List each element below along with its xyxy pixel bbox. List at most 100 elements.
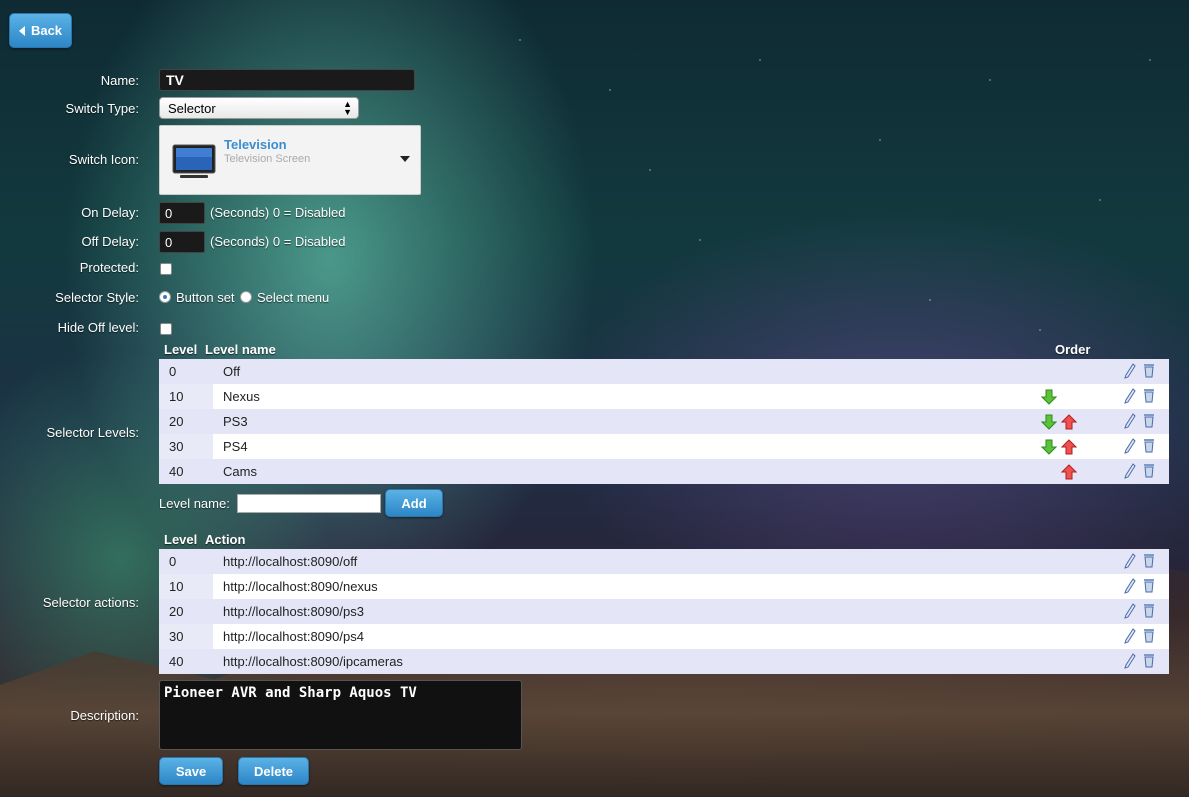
tv-icon (172, 144, 216, 178)
chevron-down-icon (400, 156, 410, 162)
edit-pencil-icon[interactable] (1124, 603, 1136, 619)
level-cell: 20 (159, 409, 213, 434)
off-delay-label: Off Delay: (81, 234, 139, 249)
move-down-arrow-icon[interactable] (1041, 439, 1057, 455)
select-arrows-icon: ▲ ▼ (343, 99, 352, 117)
hide-off-level-checkbox[interactable] (160, 323, 172, 335)
row-actions (1109, 384, 1169, 409)
on-delay-hint: (Seconds) 0 = Disabled (210, 205, 346, 220)
level-cell: 10 (159, 574, 213, 599)
table-row: 40 http://localhost:8090/ipcameras (159, 649, 1169, 674)
add-level-button[interactable]: Add (385, 489, 443, 517)
switch-icon-label: Switch Icon: (68, 152, 139, 167)
move-down-arrow-icon[interactable] (1041, 414, 1057, 430)
on-delay-input[interactable]: 0 (159, 202, 205, 224)
row-actions (1109, 624, 1169, 649)
level-name-cell: PS3 (213, 409, 1049, 434)
description-label: Description: (70, 708, 139, 723)
action-cell: http://localhost:8090/ps3 (213, 599, 1109, 624)
trash-icon[interactable] (1143, 653, 1155, 668)
select-menu-label: Select menu (257, 290, 330, 305)
edit-pencil-icon[interactable] (1124, 388, 1136, 404)
levels-header-level: Level (164, 342, 198, 357)
table-row: 10 http://localhost:8090/nexus (159, 574, 1169, 599)
edit-pencil-icon[interactable] (1124, 363, 1136, 379)
table-row: 20 PS3 (159, 409, 1169, 434)
move-up-arrow-icon[interactable] (1061, 414, 1077, 430)
level-name-cell: PS4 (213, 434, 1049, 459)
table-row: 20 http://localhost:8090/ps3 (159, 599, 1169, 624)
table-row: 30 http://localhost:8090/ps4 (159, 624, 1169, 649)
switch-type-label: Switch Type: (65, 101, 139, 116)
trash-icon[interactable] (1143, 603, 1155, 618)
back-arrow-icon (18, 25, 25, 36)
action-cell: http://localhost:8090/ipcameras (213, 649, 1109, 674)
row-actions (1109, 574, 1169, 599)
edit-pencil-icon[interactable] (1124, 413, 1136, 429)
switch-type-select[interactable]: Selector ▲ ▼ (159, 97, 359, 119)
icon-subtitle: Television Screen (224, 153, 311, 165)
edit-pencil-icon[interactable] (1124, 578, 1136, 594)
trash-icon[interactable] (1143, 438, 1155, 453)
trash-icon[interactable] (1143, 463, 1155, 478)
save-button[interactable]: Save (159, 757, 223, 785)
order-cell (1041, 384, 1109, 409)
button-set-label: Button set (176, 290, 235, 305)
edit-pencil-icon[interactable] (1124, 628, 1136, 644)
trash-icon[interactable] (1143, 578, 1155, 593)
icon-title: Television (224, 137, 287, 152)
trash-icon[interactable] (1143, 413, 1155, 428)
level-cell: 40 (159, 649, 213, 674)
table-row: 0 Off (159, 359, 1169, 384)
button-set-radio[interactable] (159, 291, 171, 303)
levels-header-order: Order (1055, 342, 1091, 357)
row-actions (1109, 459, 1169, 484)
move-up-arrow-icon[interactable] (1061, 464, 1077, 480)
level-name-cell: Nexus (213, 384, 1049, 409)
selector-levels-label: Selector Levels: (46, 425, 140, 440)
actions-header-action: Action (205, 532, 246, 547)
levels-table: 0 Off 10 Nexus 20 PS3 30 PS4 40 Cams (159, 359, 1169, 484)
switch-icon-dropdown[interactable]: Television Television Screen (159, 125, 421, 195)
select-menu-radio[interactable] (240, 291, 252, 303)
order-cell (1049, 459, 1109, 484)
edit-pencil-icon[interactable] (1124, 553, 1136, 569)
level-name-cell: Off (213, 359, 1049, 384)
off-delay-hint: (Seconds) 0 = Disabled (210, 234, 346, 249)
table-row: 0 http://localhost:8090/off (159, 549, 1169, 574)
level-name-input[interactable] (237, 494, 381, 513)
table-row: 40 Cams (159, 459, 1169, 484)
level-cell: 0 (159, 359, 213, 384)
level-cell: 30 (159, 434, 213, 459)
move-up-arrow-icon[interactable] (1061, 439, 1077, 455)
move-down-arrow-icon[interactable] (1041, 389, 1057, 405)
name-input[interactable]: TV (159, 69, 415, 91)
hide-off-level-label: Hide Off level: (57, 320, 139, 335)
row-actions (1109, 359, 1169, 384)
row-actions (1109, 409, 1169, 434)
level-cell: 40 (159, 459, 213, 484)
description-textarea[interactable]: Pioneer AVR and Sharp Aquos TV (159, 680, 522, 750)
switch-type-value: Selector (168, 101, 216, 116)
trash-icon[interactable] (1143, 363, 1155, 378)
trash-icon[interactable] (1143, 388, 1155, 403)
trash-icon[interactable] (1143, 628, 1155, 643)
row-actions (1109, 549, 1169, 574)
protected-checkbox[interactable] (160, 263, 172, 275)
off-delay-input[interactable]: 0 (159, 231, 205, 253)
name-label: Name: (100, 73, 139, 88)
edit-pencil-icon[interactable] (1124, 463, 1136, 479)
order-cell (1041, 409, 1109, 434)
trash-icon[interactable] (1143, 553, 1155, 568)
selector-actions-label: Selector actions: (42, 595, 139, 610)
edit-pencil-icon[interactable] (1124, 438, 1136, 454)
back-button[interactable]: Back (9, 13, 72, 48)
on-delay-label: On Delay: (81, 205, 139, 220)
order-cell (1049, 359, 1109, 384)
selector-style-label: Selector Style: (55, 290, 139, 305)
table-row: 30 PS4 (159, 434, 1169, 459)
edit-pencil-icon[interactable] (1124, 653, 1136, 669)
delete-button[interactable]: Delete (238, 757, 309, 785)
action-cell: http://localhost:8090/off (213, 549, 1109, 574)
protected-label: Protected: (79, 260, 139, 275)
